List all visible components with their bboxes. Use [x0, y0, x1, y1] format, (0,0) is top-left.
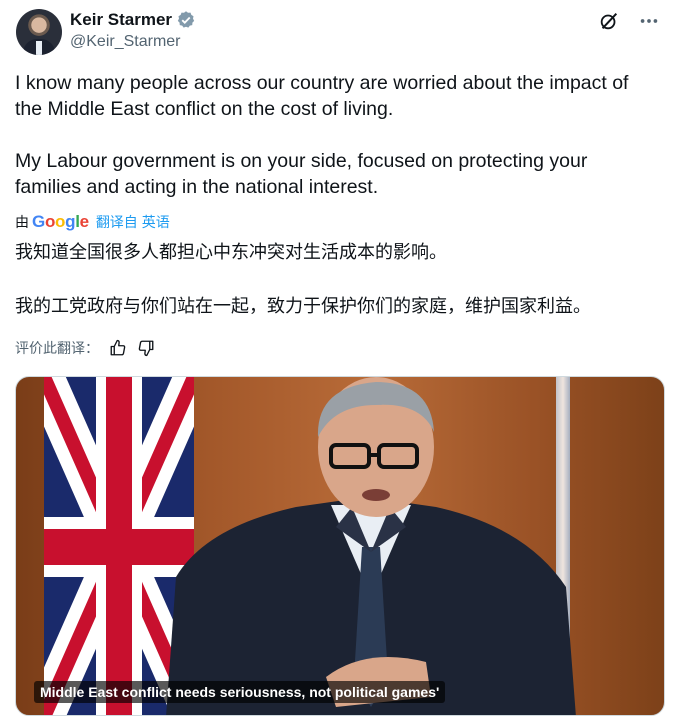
name-row: Keir Starmer — [70, 10, 196, 30]
rate-translation: 评价此翻译： — [15, 338, 155, 358]
header-actions — [598, 10, 660, 32]
translated-by-label: 由 — [15, 214, 29, 230]
tweet-text: I know many people across our country ar… — [15, 70, 655, 200]
handle[interactable]: @Keir_Starmer — [70, 33, 181, 51]
translated-paragraph: 我的工党政府与你们站在一起，致力于保护你们的家庭，维护国家利益。 — [15, 296, 591, 316]
verified-badge-icon — [177, 11, 195, 28]
tweet-paragraph: My Labour government is on your side, fo… — [15, 150, 588, 198]
tweet-header: Keir Starmer @Keir_Starmer — [16, 8, 660, 56]
translated-paragraph: 我知道全国很多人都担心中东冲突对生活成本的影响。 — [15, 242, 447, 262]
translated-from-link[interactable]: 翻译自 英语 — [96, 212, 170, 232]
thumbs-up-icon[interactable] — [109, 339, 127, 357]
avatar[interactable] — [16, 9, 62, 55]
tweet-media-image[interactable]: Middle East conflict needs seriousness, … — [15, 376, 665, 716]
speaker-figure — [166, 377, 576, 715]
display-name[interactable]: Keir Starmer — [70, 10, 172, 30]
thumbs-down-icon[interactable] — [137, 339, 155, 357]
google-logo: Google — [32, 212, 89, 231]
media-caption: Middle East conflict needs seriousness, … — [34, 681, 446, 703]
translated-text: 我知道全国很多人都担心中东冲突对生活成本的影响。 我的工党政府与你们站在一起，致… — [15, 240, 655, 318]
grok-icon[interactable] — [598, 10, 620, 32]
more-icon[interactable] — [638, 10, 660, 32]
tweet-paragraph: I know many people across our country ar… — [15, 72, 629, 120]
rate-translation-label: 评价此翻译： — [15, 340, 99, 356]
translation-attribution: 由 Google 翻译自 英语 — [15, 212, 170, 232]
